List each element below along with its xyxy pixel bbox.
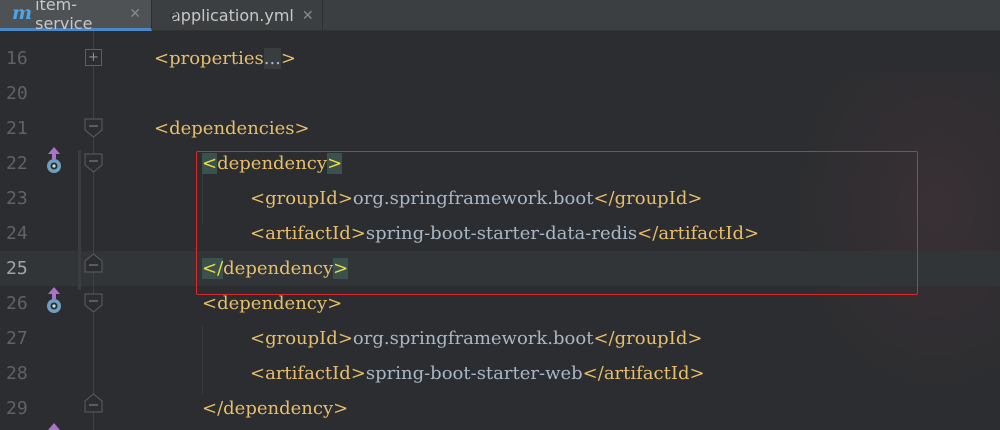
xml-bracket: </ xyxy=(582,363,604,384)
xml-tag-name: artifactId xyxy=(603,363,690,384)
xml-bracket: < xyxy=(250,363,266,384)
code-line-27[interactable]: 27 <groupId>org.springframework.boot</gr… xyxy=(0,321,1000,356)
collapse-fold-icon[interactable] xyxy=(84,118,103,138)
xml-bracket: </ xyxy=(593,328,615,349)
line-number: 29 xyxy=(6,398,28,419)
navigate-parent-icon[interactable] xyxy=(43,146,65,174)
tab-label: item-service xyxy=(35,0,93,33)
xml-text: spring-boot-starter-web xyxy=(365,363,583,384)
xml-tag-name: dependency xyxy=(217,293,328,314)
change-marker xyxy=(78,150,81,290)
xml-tag-name: properties xyxy=(169,48,264,69)
line-number: 24 xyxy=(6,223,28,244)
xml-bracket: < xyxy=(202,293,218,314)
code-line-29[interactable]: 29 </dependency> xyxy=(0,391,1000,426)
xml-bracket: > xyxy=(687,328,703,349)
xml-bracket: > xyxy=(337,328,353,349)
collapse-end-fold-icon[interactable] xyxy=(84,253,103,273)
editor-tab-bar: m item-service ✕ application.yml ✕ xyxy=(0,0,1000,33)
maven-m-icon: m xyxy=(12,1,33,24)
folded-placeholder[interactable]: ... xyxy=(263,48,281,69)
xml-tag-name: groupId xyxy=(614,328,688,349)
collapse-end-fold-icon[interactable] xyxy=(84,393,103,413)
close-icon[interactable]: ✕ xyxy=(129,6,141,22)
line-number: 16 xyxy=(6,48,28,69)
xml-bracket: </ xyxy=(202,398,224,419)
line-number: 23 xyxy=(6,188,28,209)
code-line-21[interactable]: 21 <dependencies> xyxy=(0,111,1000,146)
code-text: <properties...> xyxy=(154,41,296,76)
tab-item-service[interactable]: m item-service ✕ xyxy=(0,0,152,33)
code-line-28[interactable]: 28 <artifactId>spring-boot-starter-web</… xyxy=(0,356,1000,391)
line-number: 25 xyxy=(6,258,28,279)
expand-fold-icon[interactable]: + xyxy=(85,49,102,66)
tab-label: application.yml xyxy=(171,6,294,25)
xml-bracket: > xyxy=(689,363,705,384)
xml-bracket: > xyxy=(280,48,296,69)
xml-text: org.springframework.boot xyxy=(352,328,594,349)
fold-gutter-line xyxy=(93,31,94,430)
collapse-fold-icon[interactable] xyxy=(84,293,103,313)
xml-tag-name: groupId xyxy=(265,328,338,349)
xml-tag-name: artifactId xyxy=(265,363,351,384)
annotation-highlight-box xyxy=(196,151,918,295)
xml-bracket: > xyxy=(333,398,349,419)
code-text: </dependency> xyxy=(202,391,348,426)
navigate-parent-icon[interactable] xyxy=(43,422,65,430)
code-line-16[interactable]: 16 <properties...> xyxy=(0,41,1000,76)
xml-tag-name: dependencies xyxy=(169,118,295,139)
line-number: 27 xyxy=(6,328,28,349)
line-number: 26 xyxy=(6,293,28,314)
code-text: <groupId>org.springframework.boot</group… xyxy=(250,321,702,356)
line-number: 21 xyxy=(6,118,28,139)
line-number: 22 xyxy=(6,153,28,174)
code-text: <dependencies> xyxy=(154,111,310,146)
xml-bracket: < xyxy=(154,48,170,69)
navigate-parent-icon[interactable] xyxy=(43,286,65,314)
code-text: <artifactId>spring-boot-starter-web</art… xyxy=(250,356,705,391)
code-line-20[interactable]: 20 xyxy=(0,76,1000,111)
line-number: 20 xyxy=(6,83,28,104)
xml-bracket: > xyxy=(294,118,310,139)
xml-bracket: < xyxy=(154,118,170,139)
line-number: 28 xyxy=(6,363,28,384)
xml-bracket: > xyxy=(350,363,366,384)
tab-application-yml[interactable]: application.yml ✕ xyxy=(153,0,323,31)
close-icon[interactable]: ✕ xyxy=(302,8,314,24)
xml-bracket: > xyxy=(327,293,343,314)
xml-tag-name: dependency xyxy=(223,398,334,419)
xml-bracket: < xyxy=(250,328,266,349)
collapse-fold-icon[interactable] xyxy=(84,153,103,173)
